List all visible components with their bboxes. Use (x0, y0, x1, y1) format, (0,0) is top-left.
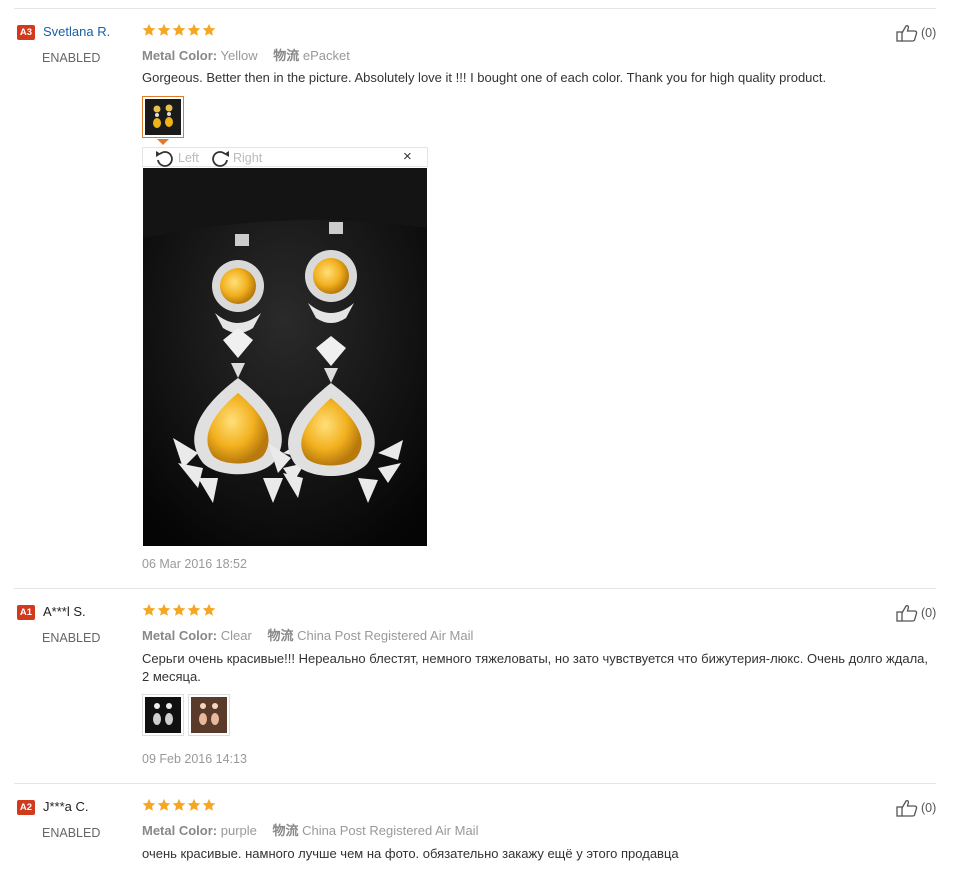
buyer-level-badge: A2 (17, 800, 35, 815)
rotate-right-icon (212, 151, 229, 167)
star-icon (202, 603, 216, 616)
photo-viewer-toolbar: Left Right × (142, 147, 428, 167)
shipping-value: ePacket (302, 48, 350, 63)
star-icon (157, 798, 171, 811)
helpful-count: (0) (921, 606, 937, 620)
star-icon (172, 603, 186, 616)
order-attributes: Metal Color: Yellow 物流 ePacket (142, 45, 350, 64)
rotate-left-icon (156, 151, 173, 167)
rotate-left-button[interactable]: Left (154, 148, 199, 168)
review-text: Серьги очень красивые!!! Нереально блест… (142, 651, 928, 684)
star-rating (142, 798, 216, 814)
star-icon (202, 23, 216, 36)
attr-label: Metal Color: (142, 628, 218, 643)
order-attributes: Metal Color: Clear 物流 China Post Registe… (142, 625, 473, 644)
divider (14, 8, 936, 9)
star-rating (142, 603, 216, 619)
shipping-value: China Post Registered Air Mail (297, 628, 474, 643)
thumbs-up-icon (896, 605, 918, 622)
rotate-left-label: Left (178, 151, 199, 165)
helpful-count: (0) (921, 801, 937, 815)
helpful-button[interactable]: (0) (896, 24, 936, 42)
shipping-label: 物流 (267, 628, 294, 643)
photo-earrings-large (143, 168, 427, 546)
buyer-status: ENABLED (42, 826, 101, 840)
star-icon (142, 798, 156, 811)
buyer-status: ENABLED (42, 631, 101, 645)
close-icon[interactable]: × (403, 147, 412, 167)
photo-earrings (145, 99, 181, 135)
star-icon (157, 23, 171, 36)
attr-value: Yellow (220, 48, 258, 63)
attr-label: Metal Color: (142, 48, 218, 63)
rotate-right-button[interactable]: Right (209, 148, 262, 168)
attr-value: Clear (220, 628, 252, 643)
photo-earrings (145, 697, 181, 733)
star-icon (142, 603, 156, 616)
review-text: Gorgeous. Better then in the picture. Ab… (142, 70, 827, 85)
buyer-name-link[interactable]: Svetlana R. (43, 24, 110, 39)
rotate-right-label: Right (233, 151, 263, 165)
star-rating (142, 23, 216, 39)
star-icon (187, 798, 201, 811)
helpful-button[interactable]: (0) (896, 604, 936, 622)
shipping-value: China Post Registered Air Mail (302, 823, 479, 838)
star-icon (187, 603, 201, 616)
thumbs-up-icon (896, 800, 918, 817)
photo-earrings (191, 697, 227, 733)
review-date: 09 Feb 2016 14:13 (142, 752, 247, 766)
star-icon (202, 798, 216, 811)
shipping-label: 物流 (272, 823, 299, 838)
review-photo-thumbnail[interactable] (142, 694, 184, 736)
shipping-label: 物流 (273, 48, 300, 63)
helpful-button[interactable]: (0) (896, 799, 936, 817)
buyer-name: J***a C. (43, 799, 89, 814)
order-attributes: Metal Color: purple 物流 China Post Regist… (142, 820, 478, 839)
buyer-status: ENABLED (42, 51, 101, 65)
buyer-level-badge: A3 (17, 25, 35, 40)
review-date: 06 Mar 2016 18:52 (142, 557, 247, 571)
buyer-name: A***l S. (43, 604, 86, 619)
thumbs-up-icon (896, 25, 918, 42)
attr-value: purple (220, 823, 257, 838)
attr-label: Metal Color: (142, 823, 218, 838)
star-icon (142, 23, 156, 36)
star-icon (157, 603, 171, 616)
review-photo-thumbnail[interactable] (142, 96, 184, 138)
star-icon (187, 23, 201, 36)
divider (14, 783, 936, 784)
review-text: очень красивые. намного лучше чем на фот… (142, 846, 679, 861)
review-photo-thumbnail[interactable] (188, 694, 230, 736)
helpful-count: (0) (921, 26, 937, 40)
star-icon (172, 798, 186, 811)
buyer-level-badge: A1 (17, 605, 35, 620)
review-photo-large (143, 168, 427, 546)
divider (14, 588, 936, 589)
thumbnail-pointer (157, 139, 169, 145)
star-icon (172, 23, 186, 36)
